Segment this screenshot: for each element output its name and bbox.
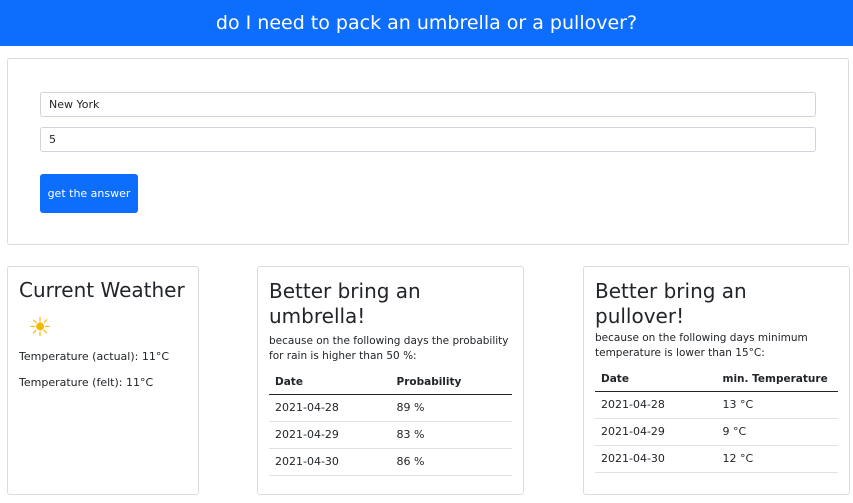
temp-actual: Temperature (actual): 11°C bbox=[19, 350, 170, 363]
table-row: 2021-04-30 86 % bbox=[269, 448, 512, 476]
table-row: 2021-04-28 13 °C bbox=[595, 391, 838, 419]
pullover-table: Date min. Temperature 2021-04-28 13 °C 2… bbox=[595, 367, 838, 473]
current-weather-card: Current Weather ☀ Temperature (actual): … bbox=[7, 266, 199, 495]
cell-probability: 83 % bbox=[390, 421, 512, 449]
sun-icon: ☀ bbox=[28, 313, 52, 343]
table-row: 2021-04-29 83 % bbox=[269, 421, 512, 449]
cell-date: 2021-04-29 bbox=[595, 418, 717, 446]
query-form-card: get the answer bbox=[7, 58, 849, 245]
cell-date: 2021-04-28 bbox=[595, 391, 717, 419]
umbrella-title: Better bring an umbrella! bbox=[269, 279, 421, 328]
days-input[interactable] bbox=[40, 127, 816, 152]
temp-felt: Temperature (felt): 11°C bbox=[19, 376, 154, 389]
cell-min-temperature: 13 °C bbox=[716, 391, 838, 419]
cell-date: 2021-04-29 bbox=[269, 421, 391, 449]
pullover-title: Better bring an pullover! bbox=[595, 279, 747, 328]
current-weather-title: Current Weather bbox=[19, 278, 185, 302]
pullover-card: Better bring an pullover! because on the… bbox=[583, 266, 850, 495]
city-input[interactable] bbox=[40, 92, 816, 117]
column-header-date: Date bbox=[595, 367, 717, 392]
umbrella-table: Date Probability 2021-04-28 89 % 2021-04… bbox=[269, 370, 512, 476]
cell-probability: 86 % bbox=[390, 448, 512, 476]
umbrella-description: because on the following days the probab… bbox=[269, 335, 509, 362]
page-title: do I need to pack an umbrella or a pullo… bbox=[215, 12, 638, 34]
cell-date: 2021-04-28 bbox=[269, 394, 391, 422]
cell-min-temperature: 12 °C bbox=[716, 445, 838, 473]
cell-date: 2021-04-30 bbox=[269, 448, 391, 476]
umbrella-card: Better bring an umbrella! because on the… bbox=[257, 266, 524, 495]
table-row: 2021-04-30 12 °C bbox=[595, 445, 838, 473]
header-bar: do I need to pack an umbrella or a pullo… bbox=[0, 0, 853, 46]
pullover-description: because on the following days minimum te… bbox=[595, 332, 808, 359]
table-row: 2021-04-29 9 °C bbox=[595, 418, 838, 446]
get-answer-button[interactable]: get the answer bbox=[40, 174, 138, 213]
column-header-min-temperature: min. Temperature bbox=[716, 367, 838, 392]
column-header-date: Date bbox=[269, 370, 391, 395]
cell-probability: 89 % bbox=[390, 394, 512, 422]
column-header-probability: Probability bbox=[390, 370, 512, 395]
cell-date: 2021-04-30 bbox=[595, 445, 717, 473]
table-row: 2021-04-28 89 % bbox=[269, 394, 512, 422]
cell-min-temperature: 9 °C bbox=[716, 418, 838, 446]
